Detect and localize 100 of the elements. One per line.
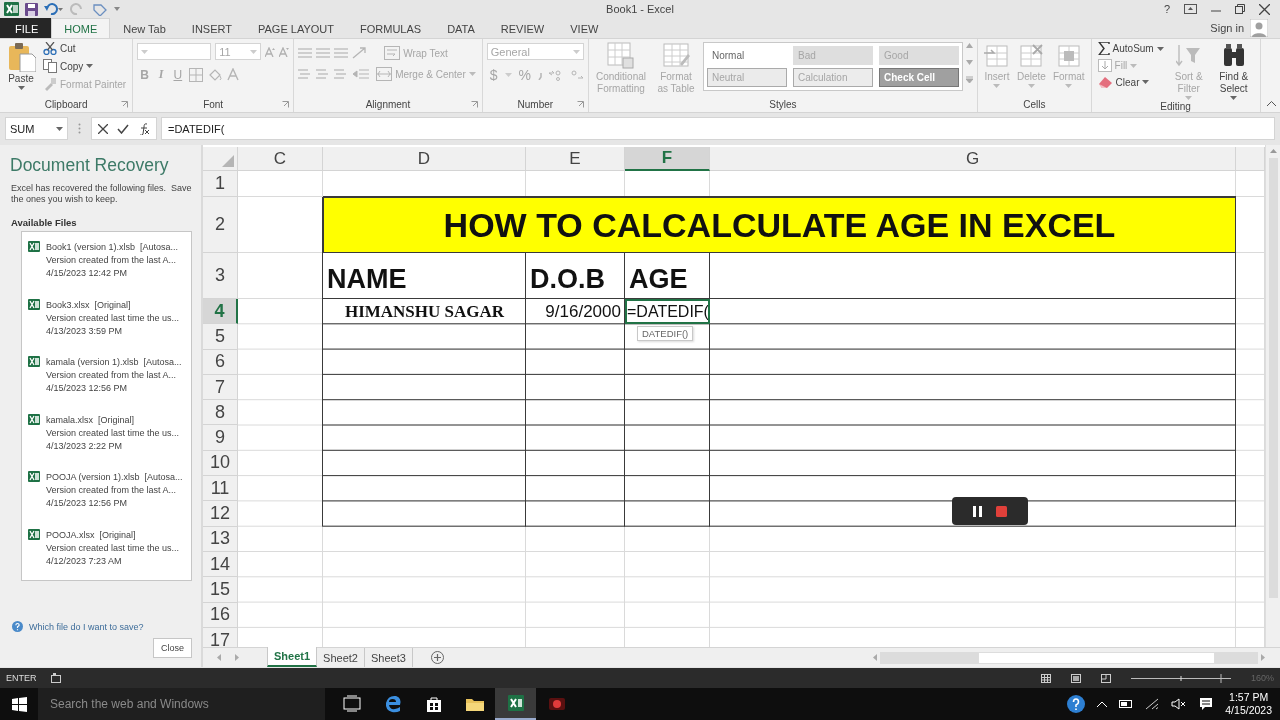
row-header[interactable]: 15 bbox=[203, 577, 238, 603]
column-header[interactable]: F bbox=[625, 147, 710, 171]
sign-in-link[interactable]: Sign in bbox=[1210, 22, 1244, 34]
ribbon-tab[interactable]: VIEW bbox=[557, 18, 612, 38]
row-header[interactable]: 14 bbox=[203, 551, 238, 578]
insert-function-icon[interactable] bbox=[138, 122, 150, 135]
group-label: Number bbox=[517, 99, 554, 110]
undo-icon[interactable] bbox=[44, 3, 64, 15]
ribbon-tab[interactable]: REVIEW bbox=[487, 18, 558, 38]
cut-button[interactable]: Cut bbox=[41, 41, 129, 56]
page-layout-icon[interactable] bbox=[1070, 673, 1081, 683]
copy-button[interactable]: Copy bbox=[41, 58, 129, 74]
ribbon-tab[interactable]: HOME bbox=[51, 18, 111, 38]
caret-icon bbox=[1156, 46, 1164, 51]
dialog-launcher-icon[interactable] bbox=[121, 101, 129, 108]
top-align-icon bbox=[298, 47, 313, 59]
collapse-ribbon-icon[interactable] bbox=[1266, 101, 1276, 106]
row-header[interactable]: 13 bbox=[203, 526, 238, 552]
recovery-message: Excel has recovered the following files. Save the ones you wish to keep. bbox=[11, 183, 193, 205]
row-header[interactable]: 3 bbox=[203, 253, 238, 299]
help-link[interactable]: Which file do I want to save? bbox=[29, 621, 144, 632]
ribbon-tab[interactable]: INSERT bbox=[178, 18, 245, 38]
customize-caret-icon[interactable] bbox=[114, 7, 120, 11]
windows-logo-icon[interactable] bbox=[11, 696, 27, 712]
cancel-icon[interactable] bbox=[98, 123, 108, 134]
sheet-tab[interactable]: Sheet2 bbox=[317, 648, 365, 667]
row-header[interactable]: 16 bbox=[203, 602, 238, 628]
file-name[interactable]: kamala.xlsx [Original] bbox=[46, 413, 180, 426]
name-box[interactable]: SUM bbox=[5, 117, 68, 140]
notification-icon[interactable] bbox=[1199, 697, 1214, 711]
horizontal-scroll-track[interactable] bbox=[880, 651, 1258, 664]
row-header[interactable]: 5 bbox=[203, 324, 238, 350]
sheet-tab[interactable]: Sheet3 bbox=[364, 648, 413, 667]
page-break-icon[interactable] bbox=[1100, 673, 1111, 683]
stop-icon[interactable] bbox=[996, 505, 1007, 517]
column-header[interactable]: G bbox=[710, 147, 1236, 171]
column-header[interactable]: D bbox=[323, 147, 526, 171]
row-header[interactable]: 8 bbox=[203, 400, 238, 426]
row-header[interactable]: 6 bbox=[203, 349, 238, 375]
formula-field[interactable]: =DATEDIF( bbox=[161, 117, 1275, 140]
caret-icon bbox=[86, 64, 94, 68]
pause-icon[interactable] bbox=[973, 505, 982, 517]
row-header[interactable]: 10 bbox=[203, 450, 238, 477]
help-button[interactable]: ? bbox=[1163, 3, 1170, 15]
battery-icon[interactable] bbox=[1119, 700, 1134, 708]
font-name-field[interactable] bbox=[137, 43, 212, 60]
macro-record-icon[interactable] bbox=[50, 673, 61, 683]
close-button[interactable]: Close bbox=[153, 638, 192, 658]
merge-cells-icon bbox=[376, 67, 393, 81]
ribbon-tab[interactable]: FORMULAS bbox=[347, 18, 435, 38]
clock-date[interactable]: 4/15/2023 bbox=[1225, 704, 1272, 717]
enter-check-icon[interactable] bbox=[117, 123, 129, 134]
excel-app-icon[interactable] bbox=[505, 694, 526, 712]
column-header[interactable]: E bbox=[526, 147, 625, 171]
ribbon-tab[interactable]: PAGE LAYOUT bbox=[245, 18, 347, 38]
ribbon-display-icon[interactable] bbox=[1184, 4, 1197, 14]
dialog-launcher-icon[interactable] bbox=[577, 101, 584, 108]
new-sheet-icon[interactable] bbox=[430, 651, 444, 664]
paste-button[interactable]: Paste bbox=[4, 41, 38, 91]
autosum-button[interactable]: AutoSum bbox=[1095, 41, 1166, 56]
zoom-slider-icon[interactable] bbox=[1130, 673, 1231, 683]
row-header[interactable]: 1 bbox=[203, 171, 238, 197]
file-name[interactable]: Book1 (version 1).xlsb [Autosa... bbox=[46, 241, 179, 253]
find-select-button[interactable]: Find & Select bbox=[1211, 41, 1256, 101]
screen-recorder-icon[interactable] bbox=[546, 695, 567, 713]
grow-font-icon bbox=[265, 46, 276, 57]
clipboard-icon bbox=[6, 42, 36, 72]
normal-view-icon[interactable] bbox=[1040, 673, 1051, 683]
save-icon[interactable] bbox=[25, 2, 38, 16]
sheet-tab[interactable]: Sheet1 bbox=[267, 647, 318, 667]
row-header[interactable]: 12 bbox=[203, 501, 238, 527]
file-tab[interactable]: FILE bbox=[0, 18, 52, 38]
file-name[interactable]: POOJA.xlsx [Original] bbox=[46, 528, 180, 541]
row-header[interactable]: 11 bbox=[203, 476, 238, 502]
column-header[interactable]: C bbox=[238, 147, 323, 171]
dialog-launcher-icon[interactable] bbox=[282, 101, 290, 108]
clear-button[interactable]: Clear bbox=[1095, 75, 1166, 89]
ribbon-tab[interactable]: DATA bbox=[434, 18, 488, 38]
chevron-up-icon[interactable] bbox=[1097, 701, 1108, 707]
active-cell[interactable]: =DATEDIF( bbox=[625, 299, 710, 325]
row-header[interactable]: 2 bbox=[203, 197, 238, 253]
file-name[interactable]: Book3.xlsx [Original] bbox=[46, 298, 180, 311]
caret-icon bbox=[572, 49, 580, 54]
help-badge-icon[interactable] bbox=[1067, 695, 1086, 713]
horizontal-scroll-thumb[interactable] bbox=[978, 651, 1215, 664]
dialog-launcher-icon[interactable] bbox=[470, 101, 478, 108]
task-view-icon[interactable] bbox=[341, 695, 362, 713]
file-name[interactable]: kamala (version 1).xlsb [Autosa... bbox=[46, 356, 182, 368]
restore-icon[interactable] bbox=[1235, 4, 1245, 14]
row-header[interactable]: 7 bbox=[203, 374, 238, 401]
row-header[interactable]: 4 bbox=[203, 299, 238, 325]
file-name[interactable]: POOJA (version 1).xlsb [Autosa... bbox=[46, 471, 183, 483]
wifi-icon[interactable] bbox=[1145, 698, 1160, 710]
close-icon[interactable] bbox=[1259, 3, 1270, 15]
volume-muted-icon[interactable] bbox=[1171, 698, 1188, 710]
ribbon-tab[interactable]: New Tab bbox=[110, 18, 179, 38]
search-field[interactable]: Search the web and Windows bbox=[38, 688, 325, 720]
file-date: 4/12/2023 7:23 AM bbox=[46, 554, 123, 567]
clock-time[interactable]: 1:57 PM bbox=[1229, 691, 1269, 704]
row-header[interactable]: 9 bbox=[203, 425, 238, 451]
